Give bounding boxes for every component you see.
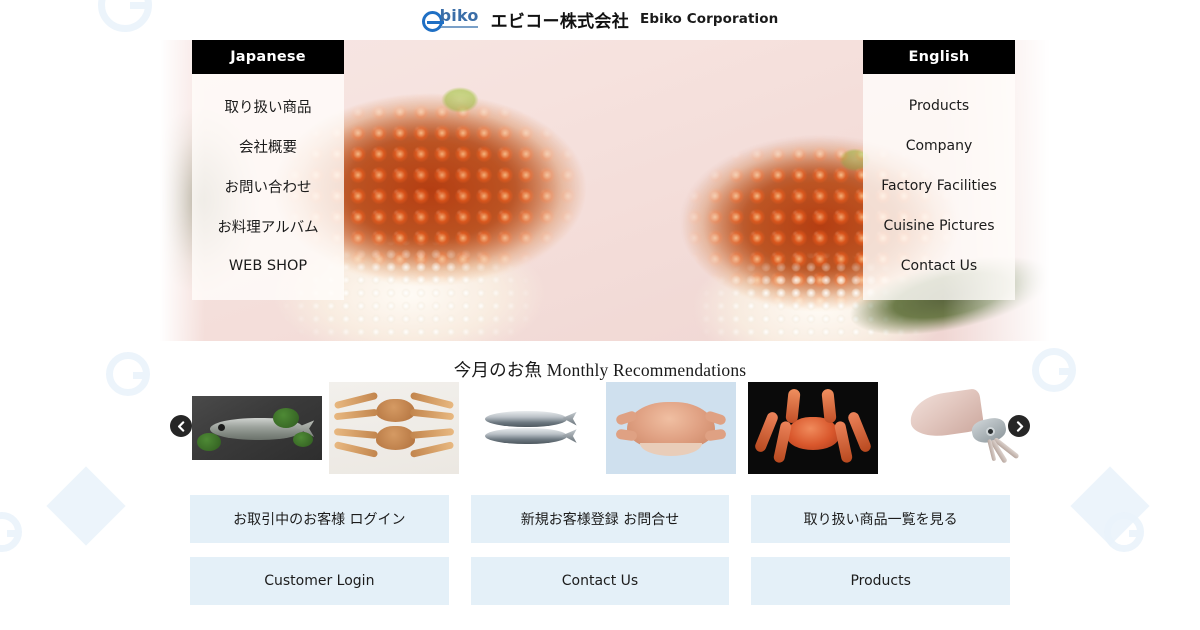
nav-item-products-en[interactable]: Products (863, 86, 1015, 126)
nav-list-japanese: 取り扱い商品 会社概要 お問い合わせ お料理アルバム WEB SHOP (192, 74, 344, 300)
cta-section: お取引中のお客様 ログイン 新規お客様登録 お問合せ 取り扱い商品一覧を見る C… (190, 495, 1011, 619)
parsley-garnish (293, 431, 314, 447)
recommendations-carousel (170, 382, 1030, 474)
fish-eye (218, 423, 225, 431)
carousel-track (192, 382, 1030, 474)
carousel-item-snow-crab[interactable] (329, 382, 459, 474)
crab-leg (333, 409, 379, 421)
crab-leg (409, 409, 455, 421)
nav-header-english[interactable]: English (863, 40, 1015, 74)
parsley-garnish (197, 433, 222, 452)
sardine-tail (562, 429, 577, 443)
chevron-left-icon (177, 420, 184, 432)
decorative-e-watermark-icon (1104, 512, 1144, 552)
carousel-item-hairy-crab[interactable] (606, 382, 736, 474)
page-root: biko エビコー株式会社 Ebiko Corporation Japanese… (0, 0, 1200, 630)
sardine-body (485, 428, 567, 445)
crab-shell (375, 398, 415, 423)
cta-products-ja[interactable]: 取り扱い商品一覧を見る (751, 495, 1011, 543)
ebiko-logo[interactable]: biko (421, 5, 480, 33)
nav-item-company-en[interactable]: Company (863, 126, 1015, 166)
nav-item-web-shop-ja[interactable]: WEB SHOP (192, 246, 344, 286)
crab-shell (375, 426, 415, 451)
monthly-recommendations-title: 今月のお魚 Monthly Recommendations (453, 360, 747, 380)
nav-list-english: Products Company Factory Facilities Cuis… (863, 74, 1015, 300)
crab-leg (333, 427, 379, 439)
nav-item-cuisine-album-ja[interactable]: お料理アルバム (192, 206, 344, 246)
decorative-diamond (46, 466, 126, 546)
nav-item-cuisine-pictures-en[interactable]: Cuisine Pictures (863, 206, 1015, 246)
crab-leg (409, 391, 454, 409)
decorative-e-watermark-icon (0, 512, 22, 552)
crab-leg (409, 427, 455, 439)
nav-item-products-ja[interactable]: 取り扱い商品 (192, 86, 344, 126)
nav-item-factory-facilities-en[interactable]: Factory Facilities (863, 166, 1015, 206)
decorative-diamond (1070, 466, 1150, 546)
hairy-crab-leg (704, 428, 727, 442)
crab-leg (409, 441, 455, 459)
carousel-item-king-crab[interactable] (748, 382, 878, 474)
carousel-item-sardines[interactable] (471, 397, 581, 459)
carousel-prev-button[interactable] (170, 415, 192, 437)
nav-item-contact-us-en[interactable]: Contact Us (863, 246, 1015, 286)
cta-customer-login-ja[interactable]: お取引中のお客様 ログイン (190, 495, 449, 543)
squid-eye (985, 427, 995, 437)
nav-header-japanese[interactable]: Japanese (192, 40, 344, 74)
cta-products-en[interactable]: Products (751, 557, 1011, 605)
logo-underline (440, 26, 478, 28)
king-crab-claw (821, 388, 838, 424)
cta-customer-login-en[interactable]: Customer Login (190, 557, 449, 605)
company-name-english: Ebiko Corporation (640, 11, 779, 27)
parsley-garnish (272, 407, 299, 428)
sardine-tail (562, 411, 577, 426)
logo-wordmark: biko (439, 6, 479, 25)
site-header: biko エビコー株式会社 Ebiko Corporation (0, 0, 1200, 38)
nav-panel-japanese: Japanese 取り扱い商品 会社概要 お問い合わせ お料理アルバム WEB … (192, 40, 344, 300)
cta-contact-us-en[interactable]: Contact Us (470, 557, 730, 605)
company-name-japanese: エビコー株式会社 (490, 11, 630, 32)
crab-leg (333, 441, 379, 459)
carousel-next-button[interactable] (1008, 415, 1030, 437)
nav-item-company-ja[interactable]: 会社概要 (192, 126, 344, 166)
carousel-item-whole-fish[interactable] (192, 396, 322, 460)
crab-leg (333, 391, 379, 409)
chevron-right-icon (1016, 420, 1023, 432)
nav-panel-english: English Products Company Factory Facilit… (863, 40, 1015, 300)
sardine-body (485, 410, 567, 427)
cta-row-english: Customer Login Contact Us Products (190, 557, 1011, 605)
cta-row-japanese: お取引中のお客様 ログイン 新規お客様登録 お問合せ 取り扱い商品一覧を見る (190, 495, 1011, 543)
nav-item-contact-ja[interactable]: お問い合わせ (192, 166, 344, 206)
hairy-crab-underside (639, 442, 703, 456)
cta-contact-ja[interactable]: 新規お客様登録 お問合せ (470, 495, 730, 543)
